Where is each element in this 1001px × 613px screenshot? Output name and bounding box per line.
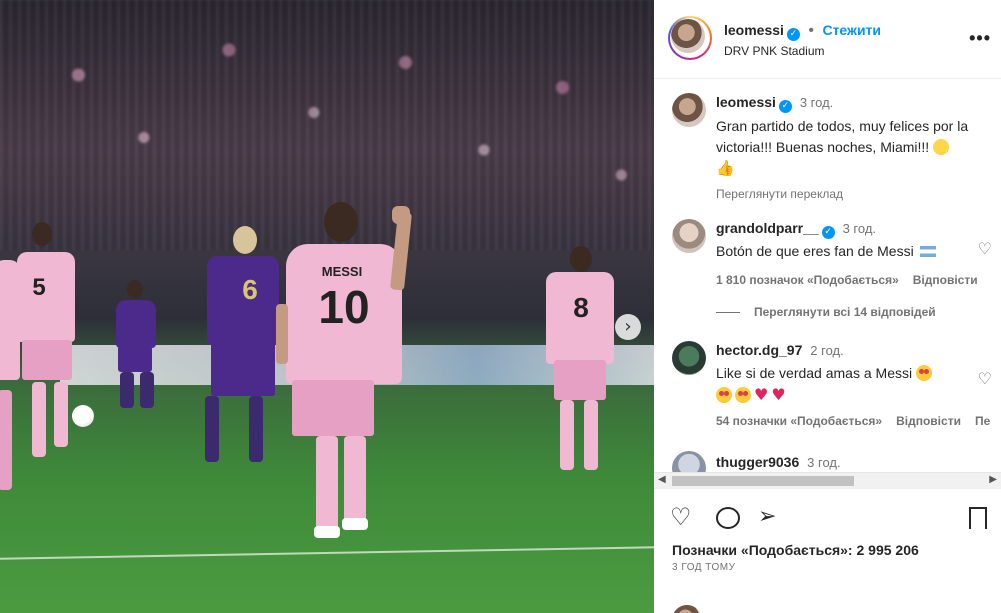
more-options-icon[interactable]: ••• [969, 28, 991, 49]
likes-count[interactable]: Позначки «Подобається»: 2 995 206 [672, 542, 919, 558]
comment-likes[interactable]: 54 позначки «Подобається» [716, 414, 882, 428]
jersey-number-5: 5 [32, 274, 46, 301]
like-heart-icon[interactable]: ♡ [670, 503, 692, 531]
verified-icon: ✓ [821, 226, 835, 239]
comment-bubble-icon[interactable] [716, 507, 740, 529]
reply-button[interactable]: Відповісти [913, 273, 978, 287]
heart-eyes-emoji-icon [716, 387, 732, 403]
save-bookmark-icon[interactable] [969, 507, 987, 529]
like-comment-heart-icon[interactable]: ♡ [978, 369, 992, 388]
comment-avatar[interactable] [672, 219, 706, 253]
comment-time[interactable]: 3 год. [843, 221, 876, 236]
red-heart-emoji-icon: ♥ [754, 385, 769, 404]
red-heart-emoji-icon: ♥ [771, 385, 786, 404]
author-username[interactable]: leomessi [724, 22, 784, 38]
translate-link[interactable]: Переглянути переклад [716, 185, 986, 204]
current-user-avatar [672, 605, 702, 613]
like-comment-heart-icon[interactable]: ♡ [978, 239, 992, 258]
comment-meta: 1 810 позначок «Подобається» Відповісти [716, 271, 986, 290]
post-location[interactable]: DRV PNK Stadium [724, 44, 824, 58]
jersey-name: MESSI [321, 264, 363, 279]
heart-eyes-emoji-icon [735, 387, 751, 403]
player-5: 5 [12, 222, 82, 472]
comment-text: Botón de que eres fan de Messi [716, 243, 914, 259]
comment-username[interactable]: hector.dg_97 [716, 342, 802, 358]
verified-icon: ✓ [786, 28, 800, 41]
player-far-purple [112, 280, 162, 420]
jersey-number-10: 10 [318, 281, 370, 333]
scroll-right-arrow-icon[interactable]: ▶ [989, 474, 997, 485]
argentina-flag-icon [919, 246, 936, 257]
share-send-icon[interactable]: ➢ [758, 503, 776, 531]
comment-item: thugger9036 3 год. [672, 451, 992, 472]
caption-time[interactable]: 3 год. [800, 95, 833, 110]
comment-meta-overflow[interactable]: Пе [975, 414, 990, 428]
horizontal-scrollbar[interactable]: ◀ ▶ [654, 472, 1001, 488]
caption-avatar[interactable] [672, 93, 706, 127]
caption-text: Gran partido de todos, muy felices por l… [716, 116, 986, 179]
thumbs-up-emoji-icon: 👍 [716, 159, 735, 177]
caption-username[interactable]: leomessi [716, 94, 776, 110]
follow-button[interactable]: Стежити [822, 22, 881, 38]
jersey-number-8: 8 [573, 292, 589, 323]
comment-time[interactable]: 2 год. [810, 343, 843, 358]
caption-body: Gran partido de todos, muy felices por l… [716, 118, 969, 155]
post-header: leomessi ✓ • Стежити DRV PNK Stadium ••• [654, 0, 1001, 79]
carousel-next-button[interactable]: › [615, 314, 641, 340]
scroll-left-arrow-icon[interactable]: ◀ [658, 474, 666, 485]
author-avatar[interactable] [671, 19, 705, 53]
comment-avatar[interactable] [672, 451, 706, 472]
author-avatar-ring[interactable] [668, 16, 712, 60]
post-sidebar: leomessi ✓ • Стежити DRV PNK Stadium ••• … [654, 0, 1001, 613]
comment-username[interactable]: thugger9036 [716, 454, 799, 470]
reply-button[interactable]: Відповісти [896, 414, 961, 428]
heart-eyes-emoji-icon [915, 365, 932, 381]
player-8: 8 [540, 246, 620, 486]
jersey-number-6: 6 [242, 274, 258, 305]
comment-time[interactable]: 3 год. [807, 455, 840, 470]
scrollbar-thumb[interactable] [672, 476, 854, 486]
smile-emoji-icon [933, 139, 950, 155]
comment-username[interactable]: grandoldparr__ [716, 220, 819, 236]
comment-meta: 54 позначки «Подобається» Відповісти Пе [716, 412, 990, 431]
comment-likes[interactable]: 1 810 позначок «Подобається» [716, 273, 899, 287]
post-time-ago[interactable]: 3 ГОД ТОМУ [672, 562, 735, 573]
post-photo[interactable]: 5 6 MESSI 10 8 › [0, 0, 654, 613]
comment-avatar[interactable] [672, 341, 706, 375]
comment-text: Like si de verdad amas a Messi [716, 365, 913, 381]
post-actions: ♡ ➢ Позначки «Подобається»: 2 995 206 3 … [654, 488, 1001, 613]
verified-icon: ✓ [778, 100, 792, 113]
pitch-line [0, 546, 654, 560]
player-messi: MESSI 10 [272, 200, 422, 545]
view-replies-link[interactable]: Переглянути всі 14 відповідей [716, 305, 936, 319]
separator-dot: • [808, 22, 814, 39]
